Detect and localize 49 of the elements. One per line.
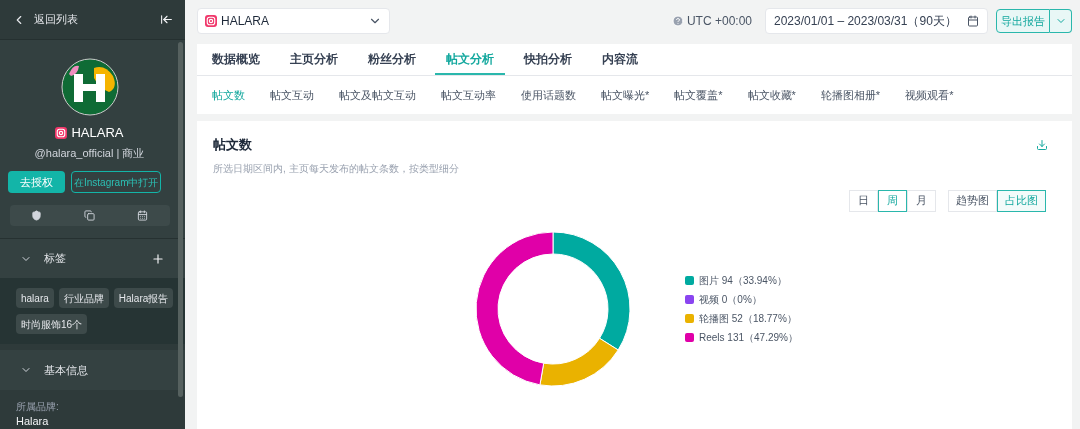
tag[interactable]: 时尚服饰16个 <box>16 314 88 334</box>
open-button[interactable]: 在Instagram中打开 <box>71 171 162 193</box>
subtab[interactable]: 帖文收藏* <box>747 86 796 104</box>
account-select[interactable]: HALARA <box>197 8 390 34</box>
help-icon[interactable] <box>671 15 684 27</box>
legend-label: Reels 131（47.29%） <box>699 330 798 345</box>
add-icon[interactable] <box>151 251 165 266</box>
period-option[interactable]: 月 <box>907 189 936 212</box>
scrollbar[interactable] <box>178 42 183 397</box>
tab[interactable]: 快拍分析 <box>513 44 583 75</box>
collapse-icon[interactable] <box>160 13 173 26</box>
calendar-icon[interactable] <box>137 210 149 221</box>
subtab[interactable]: 帖文互动率 <box>441 86 496 104</box>
subtab[interactable]: 视频观看* <box>905 86 954 104</box>
panel-title: 帖文数 <box>213 136 253 154</box>
instagram-icon <box>205 15 217 27</box>
back-link[interactable]: 返回列表 <box>34 11 152 28</box>
field-value: Halara <box>16 414 50 428</box>
subtab[interactable]: 轮播图相册* <box>820 86 881 104</box>
profile-name: HALARA <box>71 124 124 142</box>
subtab[interactable]: 帖文及帖文互动 <box>339 86 416 104</box>
profile-handle: @halara_official | 商业 <box>34 145 145 161</box>
legend-label: 视频 0（0%） <box>699 292 762 307</box>
legend-label: 图片 94（33.94%） <box>699 273 787 288</box>
field-label: 所属品牌: <box>16 400 60 414</box>
view-option[interactable]: 趋势图 <box>948 189 997 212</box>
period-option[interactable]: 日 <box>849 189 878 212</box>
copy-icon[interactable] <box>84 210 95 221</box>
tag[interactable]: 行业品牌 <box>58 288 109 308</box>
tag[interactable]: halara <box>16 288 54 308</box>
date-range-picker[interactable]: 2023/01/01 – 2023/03/31（90天） <box>765 8 988 34</box>
subtab[interactable]: 使用话题数 <box>521 86 576 104</box>
instagram-icon <box>55 126 68 139</box>
subtab[interactable]: 帖文覆盖* <box>674 86 723 104</box>
tab[interactable]: 主页分析 <box>279 44 349 75</box>
download-icon[interactable] <box>1036 138 1048 151</box>
brand-logo <box>60 58 119 116</box>
calendar-icon <box>967 15 979 27</box>
timezone-label: UTC +00:00 <box>686 13 752 30</box>
tab[interactable]: 粉丝分析 <box>357 44 427 75</box>
section-title[interactable]: 基本信息 <box>44 361 88 379</box>
tab[interactable]: 内容流 <box>591 44 649 75</box>
tab[interactable]: 数据概览 <box>201 44 271 75</box>
panel-description: 所选日期区间内, 主页每天发布的帖文条数，按类型细分 <box>213 161 460 176</box>
legend-label: 轮播图 52（18.77%） <box>699 311 797 326</box>
shield-icon[interactable] <box>30 210 42 221</box>
subtab[interactable]: 帖文曝光* <box>601 86 650 104</box>
subtab[interactable]: 帖文互动 <box>270 86 314 104</box>
tag[interactable]: Halara报告 <box>113 288 174 308</box>
